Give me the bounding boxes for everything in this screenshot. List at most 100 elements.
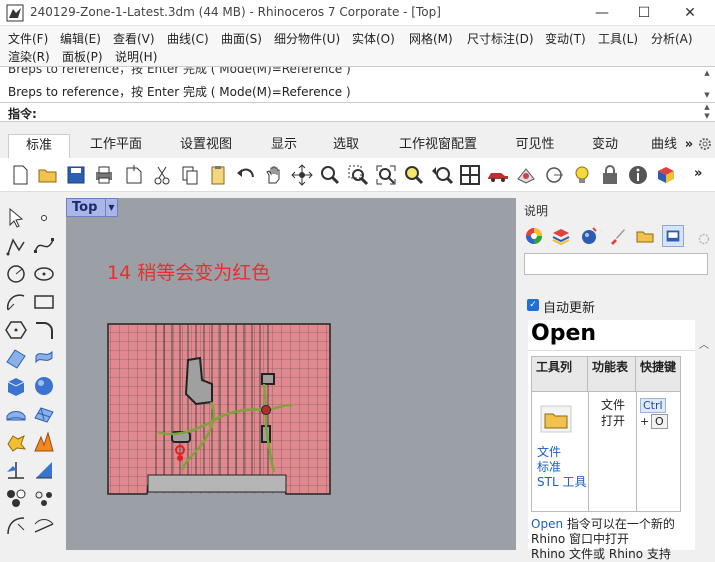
- menu-file[interactable]: 文件(F): [8, 30, 48, 47]
- viewport-top[interactable]: [66, 198, 516, 550]
- circle-icon[interactable]: [4, 262, 28, 286]
- undo-view-icon[interactable]: [430, 163, 454, 187]
- arc-icon[interactable]: [4, 290, 28, 314]
- paste-icon[interactable]: [206, 163, 230, 187]
- viewport-title-tab[interactable]: Top ▼: [66, 198, 118, 217]
- rotate-view-icon[interactable]: [290, 163, 314, 187]
- scroll-up-icon[interactable]: ▲: [701, 69, 713, 78]
- curve-from-object-icon[interactable]: [4, 514, 28, 538]
- menu-tools[interactable]: 工具(L): [598, 30, 638, 47]
- polygon-icon[interactable]: [4, 318, 28, 342]
- toolbar-more-button[interactable]: »: [694, 166, 702, 181]
- tab-cplanes[interactable]: 工作平面: [80, 134, 152, 158]
- menu-solid[interactable]: 实体(O): [352, 30, 395, 47]
- menu-panels[interactable]: 面板(P): [62, 48, 103, 65]
- new-file-icon[interactable]: [8, 163, 32, 187]
- menu-surface[interactable]: 曲面(S): [221, 30, 262, 47]
- group-icon[interactable]: [32, 486, 56, 510]
- explode-icon[interactable]: [32, 430, 56, 454]
- properties-icon[interactable]: [626, 163, 650, 187]
- four-viewports-icon[interactable]: [458, 163, 482, 187]
- import-icon[interactable]: [122, 163, 146, 187]
- tab-viewport-layout[interactable]: 工作视窗配置: [388, 134, 488, 158]
- maximize-button[interactable]: ☐: [624, 2, 664, 24]
- material-icon[interactable]: [654, 163, 678, 187]
- scroll-down-icon[interactable]: ▼: [701, 112, 713, 121]
- rectangle-icon[interactable]: [32, 290, 56, 314]
- chevron-down-icon[interactable]: ▼: [105, 199, 117, 216]
- print-icon[interactable]: [92, 163, 116, 187]
- menu-subd[interactable]: 细分物件(U): [274, 30, 340, 47]
- tab-curve[interactable]: 曲线: [646, 134, 682, 158]
- copy-icon[interactable]: [178, 163, 202, 187]
- snap-target-icon[interactable]: [542, 163, 566, 187]
- surface-corners-icon[interactable]: [4, 346, 28, 370]
- undo-icon[interactable]: [234, 163, 258, 187]
- pan-hand-icon[interactable]: [262, 163, 286, 187]
- tabs-more-button[interactable]: »: [682, 134, 696, 158]
- polyline-icon[interactable]: [4, 234, 28, 258]
- extrude-surface-icon[interactable]: [32, 346, 56, 370]
- trim-icon[interactable]: [32, 514, 56, 538]
- menu-analyze[interactable]: 分析(A): [651, 30, 693, 47]
- menu-mesh[interactable]: 网格(M): [409, 30, 453, 47]
- close-button[interactable]: ✕: [670, 2, 710, 24]
- open-folder-icon[interactable]: [36, 163, 60, 187]
- menu-view[interactable]: 查看(V): [113, 30, 155, 47]
- gear-icon[interactable]: [697, 136, 713, 152]
- car-render-icon[interactable]: [486, 163, 510, 187]
- menu-transform[interactable]: 变动(T): [545, 30, 586, 47]
- auto-update-checkbox[interactable]: ✓: [527, 299, 539, 311]
- move-icon[interactable]: [4, 458, 28, 482]
- zoom-extents-icon[interactable]: [374, 163, 398, 187]
- tab-transform[interactable]: 变动: [582, 134, 628, 158]
- folder-icon[interactable]: [634, 225, 656, 247]
- gear-icon[interactable]: [697, 232, 711, 246]
- help-command-link[interactable]: Open: [531, 517, 563, 531]
- boolean-icon[interactable]: [4, 430, 28, 454]
- select-arrow-icon[interactable]: [4, 206, 28, 230]
- tab-display[interactable]: 显示: [262, 134, 306, 158]
- menu-help[interactable]: 说明(H): [115, 48, 157, 65]
- curve-icon[interactable]: [32, 234, 56, 258]
- box-solid-icon[interactable]: [4, 374, 28, 398]
- scroll-down-icon[interactable]: ▼: [701, 91, 713, 100]
- ellipse-icon[interactable]: [32, 262, 56, 286]
- color-wheel-icon[interactable]: [523, 225, 545, 247]
- mesh-patch-icon[interactable]: [32, 402, 56, 426]
- cut-icon[interactable]: [150, 163, 174, 187]
- lock-icon[interactable]: [598, 163, 622, 187]
- command-prompt[interactable]: 指令: ▲ ▼: [0, 102, 715, 122]
- mesh-icon[interactable]: [4, 402, 28, 426]
- tab-visibility[interactable]: 可见性: [506, 134, 564, 158]
- menu-dimension[interactable]: 尺寸标注(D): [467, 30, 534, 47]
- toolbar-links[interactable]: 文件 标准 STL 工具: [537, 445, 587, 490]
- fillet-curve-icon[interactable]: [32, 318, 56, 342]
- menu-render[interactable]: 渲染(R): [8, 48, 50, 65]
- array-icon[interactable]: [4, 486, 28, 510]
- scroll-up-icon[interactable]: ︿: [699, 336, 709, 351]
- tab-set-view[interactable]: 设置视图: [170, 134, 242, 158]
- texture-icon[interactable]: [514, 163, 538, 187]
- render-sphere-icon[interactable]: [578, 225, 600, 247]
- tab-standard[interactable]: 标准: [8, 134, 70, 158]
- zoom-window-icon[interactable]: [346, 163, 370, 187]
- menu-curve[interactable]: 曲线(C): [167, 30, 209, 47]
- point-icon[interactable]: [32, 206, 56, 230]
- minimize-button[interactable]: —: [582, 2, 622, 24]
- menu-edit[interactable]: 编辑(E): [60, 30, 101, 47]
- open-folder-icon[interactable]: [540, 405, 572, 433]
- brush-icon[interactable]: [606, 225, 628, 247]
- scale-icon[interactable]: [32, 458, 56, 482]
- save-icon[interactable]: [64, 163, 88, 187]
- zoom-icon[interactable]: [318, 163, 342, 187]
- tab-select[interactable]: 选取: [324, 134, 368, 158]
- help-panel-icon[interactable]: [662, 225, 684, 247]
- sphere-solid-icon[interactable]: [32, 374, 56, 398]
- scroll-up-icon[interactable]: ▲: [701, 103, 713, 112]
- zoom-selected-icon[interactable]: [402, 163, 426, 187]
- help-search-input[interactable]: [524, 253, 708, 275]
- layers-icon[interactable]: [550, 225, 572, 247]
- light-bulb-icon[interactable]: [570, 163, 594, 187]
- help-scrollbar[interactable]: ︿: [697, 320, 711, 550]
